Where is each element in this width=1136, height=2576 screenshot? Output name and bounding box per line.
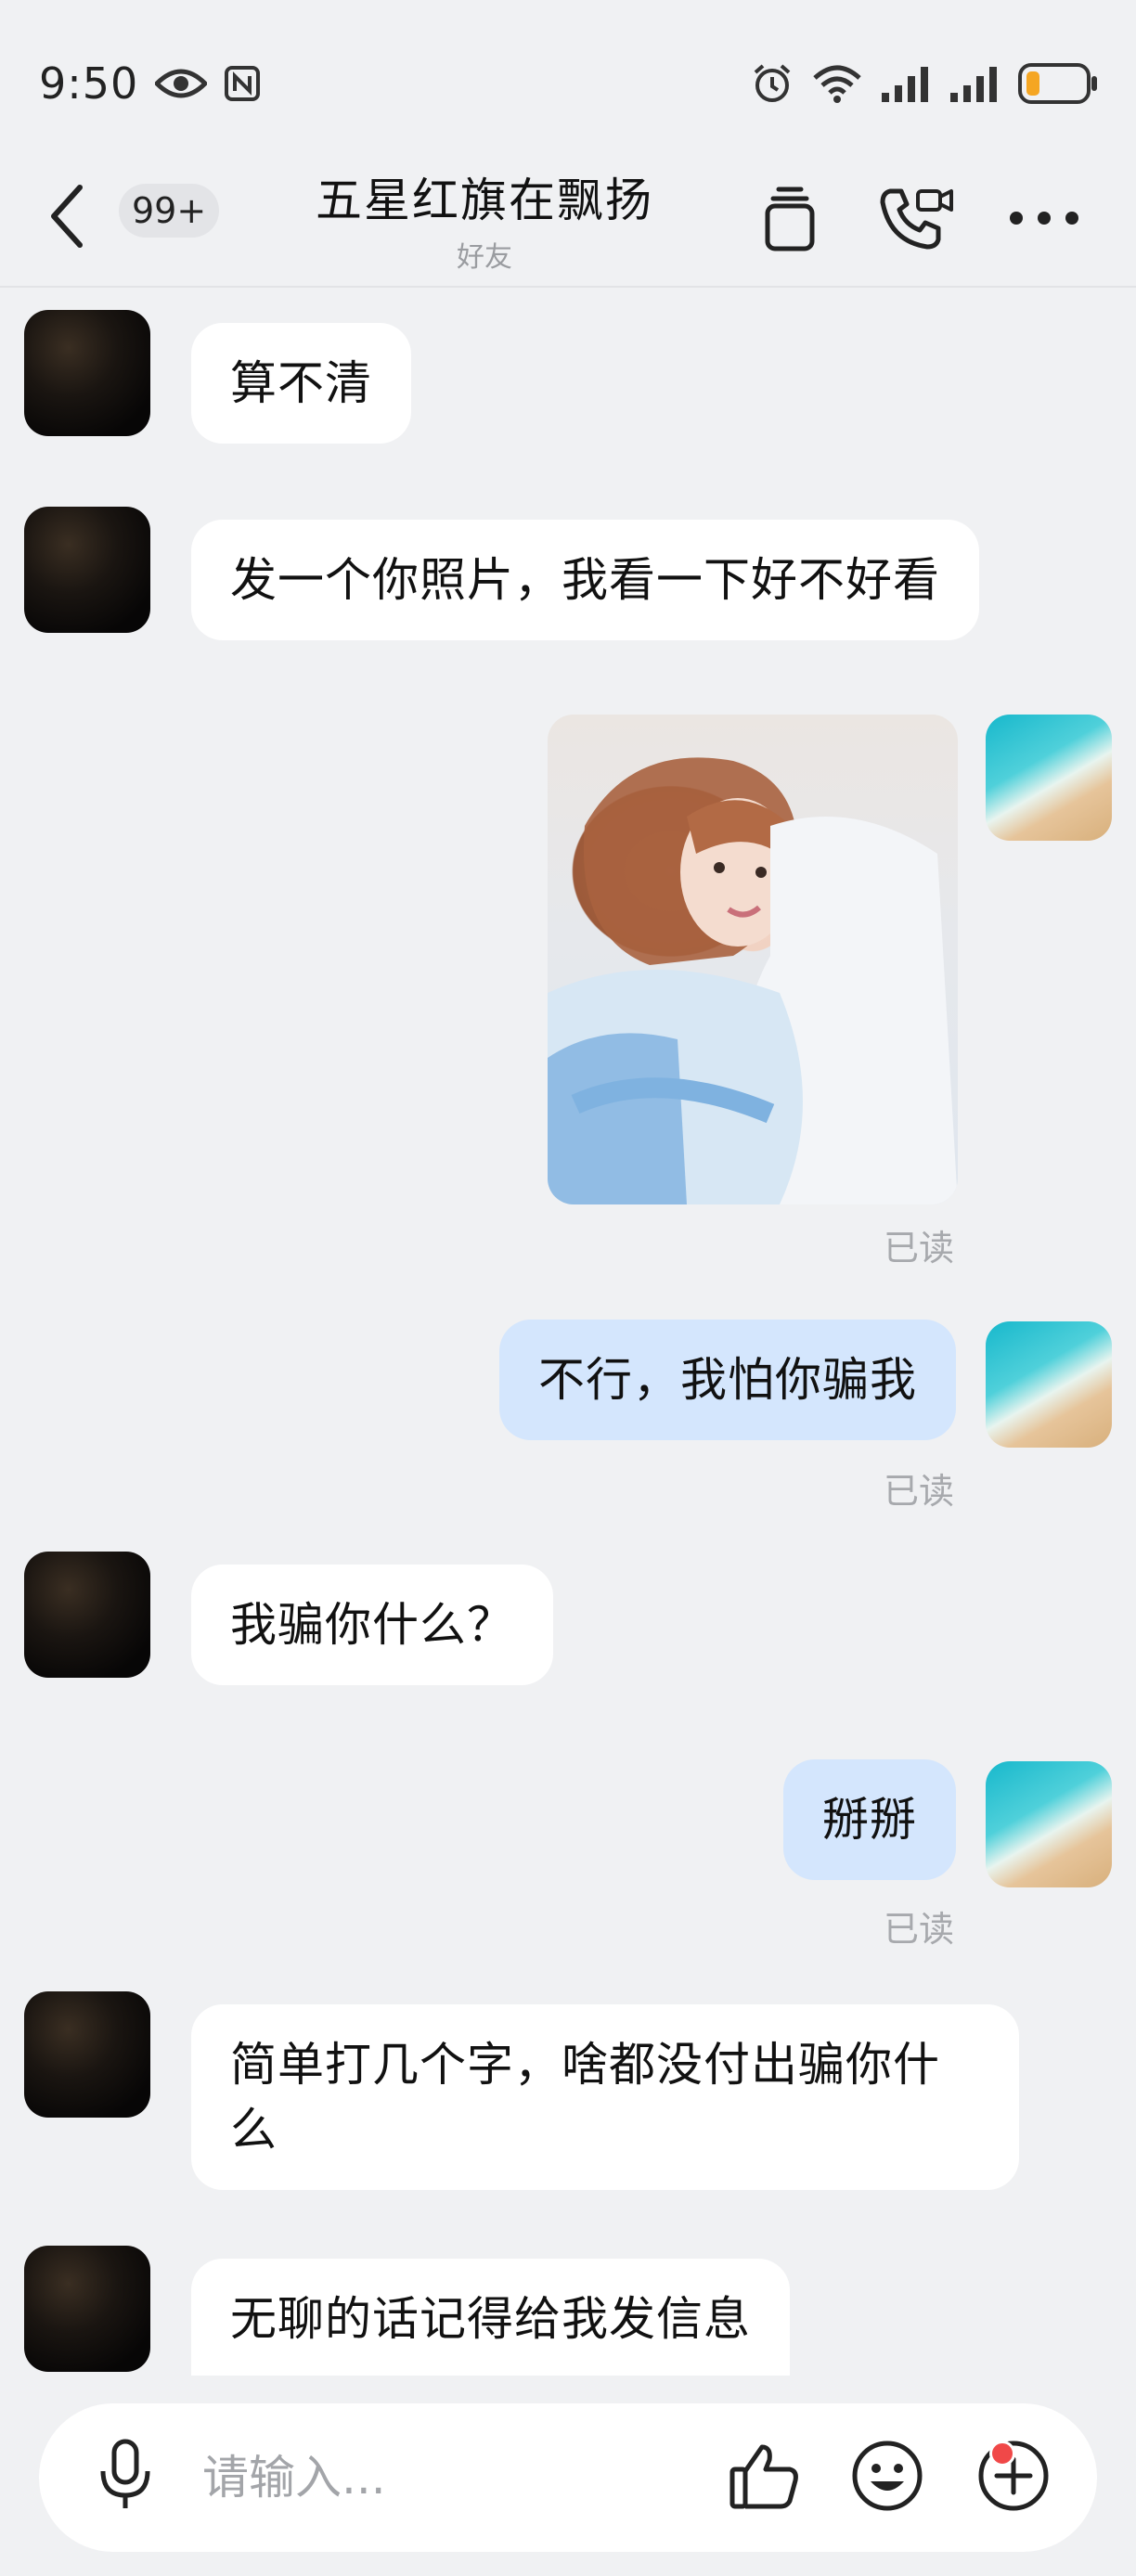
incoming-message[interactable]: 简单打几个字，啥都没付出骗你什 么: [191, 2004, 1019, 2190]
voice-button[interactable]: [84, 2435, 167, 2518]
title-block[interactable]: 五星红旗在飘扬 好友: [278, 163, 691, 275]
call-button[interactable]: [874, 178, 958, 262]
eye-icon: [155, 65, 208, 102]
outgoing-message[interactable]: 掰掰: [783, 1759, 956, 1880]
incoming-message[interactable]: 无聊的话记得给我发信息: [191, 2259, 790, 2376]
copy-stack-button[interactable]: [748, 178, 832, 262]
contact-avatar[interactable]: [24, 1552, 150, 1678]
more-icon: [1007, 209, 1081, 231]
battery-icon: [1017, 62, 1099, 105]
my-avatar[interactable]: [986, 715, 1112, 841]
read-receipt: 已读: [884, 1228, 955, 1269]
chat-subtitle: 好友: [457, 241, 512, 274]
incoming-message[interactable]: 我骗你什么？: [191, 1565, 553, 1685]
contact-avatar[interactable]: [24, 507, 150, 633]
copy-stack-icon: [762, 184, 818, 256]
notification-dot: [989, 2441, 1015, 2467]
status-right: [750, 61, 1099, 106]
back-button[interactable]: [48, 176, 104, 260]
signal-icon: [880, 63, 932, 104]
incoming-message[interactable]: 发一个你照片，我看一下好不好看: [191, 520, 979, 640]
contact-avatar[interactable]: [24, 2246, 150, 2372]
video-call-icon: [877, 184, 955, 256]
microphone-icon: [97, 2438, 153, 2516]
my-avatar[interactable]: [986, 1761, 1112, 1887]
emoji-icon: [850, 2439, 924, 2517]
outgoing-photo-message[interactable]: [548, 715, 958, 1204]
message-line: 简单打几个字，啥都没付出骗你什: [230, 2038, 940, 2092]
read-receipt: 已读: [884, 1909, 955, 1950]
status-bar: 9:50: [0, 0, 1136, 167]
more-button[interactable]: [1002, 178, 1086, 262]
back-chevron-icon: [48, 184, 85, 252]
thumbs-up-icon: [729, 2441, 801, 2514]
message-line: 么: [230, 2103, 278, 2157]
message-input[interactable]: [202, 2431, 722, 2524]
wifi-icon: [811, 63, 863, 104]
my-avatar[interactable]: [986, 1321, 1112, 1448]
contact-avatar[interactable]: [24, 1991, 150, 2118]
alarm-icon: [750, 61, 794, 106]
clock-time: 9:50: [39, 58, 139, 109]
nfc-icon: [224, 65, 261, 102]
outgoing-message[interactable]: 不行，我怕你骗我: [499, 1320, 956, 1440]
signal-icon: [949, 63, 1000, 104]
chat-title: 五星红旗在飘扬: [316, 174, 653, 227]
unread-count-badge[interactable]: 99+: [119, 184, 220, 238]
emoji-button[interactable]: [843, 2433, 932, 2522]
read-receipt: 已读: [884, 1471, 955, 1512]
contact-avatar[interactable]: [24, 310, 150, 436]
photo-content: [548, 757, 958, 1204]
chat-header: 99+ 五星红旗在飘扬 好友: [0, 148, 1136, 288]
input-bar: [39, 2403, 1097, 2552]
like-button[interactable]: [720, 2433, 809, 2522]
status-left: 9:50: [39, 58, 261, 109]
incoming-message[interactable]: 算不清: [191, 323, 411, 444]
